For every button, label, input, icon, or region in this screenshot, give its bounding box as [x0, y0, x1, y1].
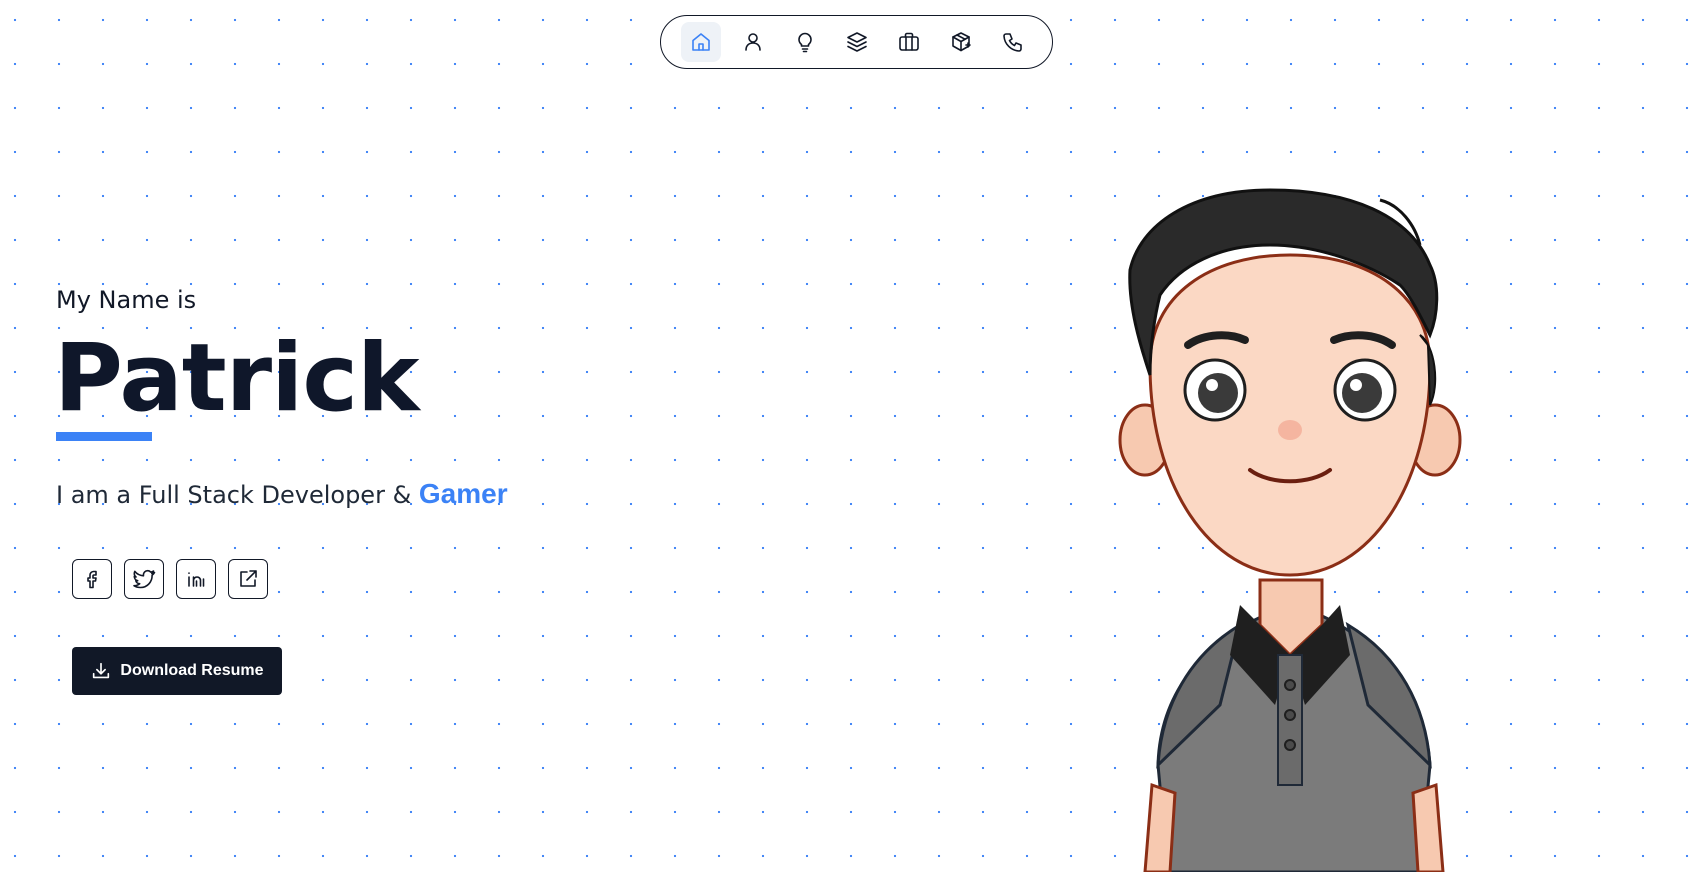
linkedin-link[interactable] — [176, 559, 216, 599]
download-resume-label: Download Resume — [120, 662, 264, 679]
twitter-link[interactable] — [124, 559, 164, 599]
user-icon — [745, 33, 761, 51]
nav-contact[interactable] — [993, 22, 1033, 62]
nav-experience[interactable] — [889, 22, 929, 62]
nav-skills[interactable] — [785, 22, 825, 62]
top-navigation — [660, 15, 1053, 69]
nav-about[interactable] — [733, 22, 773, 62]
intro-text: My Name is — [56, 286, 197, 314]
cartoon-avatar — [1118, 188, 1462, 872]
linkedin-icon — [188, 572, 205, 587]
hero-name: Patrick — [54, 324, 420, 433]
external-link-icon — [240, 570, 257, 587]
social-links — [72, 559, 268, 599]
tagline: I am a Full Stack Developer & Gamer — [56, 478, 508, 510]
nav-services[interactable] — [837, 22, 877, 62]
tagline-highlight: Gamer — [418, 478, 508, 509]
home-icon — [692, 33, 710, 51]
briefcase-icon — [899, 32, 919, 51]
lightbulb-icon — [798, 32, 812, 53]
layers-icon — [847, 32, 867, 52]
facebook-link[interactable] — [72, 559, 112, 599]
external-link[interactable] — [228, 559, 268, 599]
nav-home[interactable] — [681, 22, 721, 62]
download-icon — [93, 662, 110, 679]
download-resume-button[interactable]: Download Resume — [72, 647, 282, 695]
tagline-text: I am a Full Stack Developer & — [56, 481, 419, 509]
nav-projects[interactable] — [941, 22, 981, 62]
name-underline — [56, 432, 152, 441]
twitter-icon — [133, 569, 156, 589]
facebook-icon — [87, 570, 97, 589]
phone-icon — [1003, 33, 1022, 52]
package-icon — [952, 32, 971, 52]
